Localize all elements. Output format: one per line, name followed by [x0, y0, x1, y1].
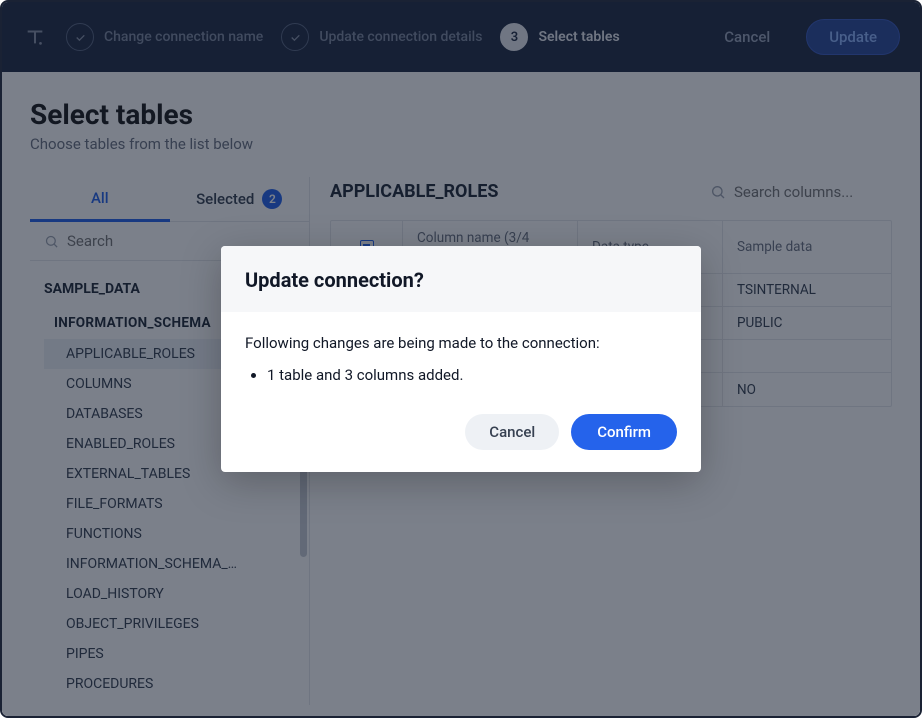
modal-overlay[interactable]: Update connection? Following changes are…: [2, 2, 920, 716]
modal-message: Following changes are being made to the …: [245, 334, 677, 352]
modal-confirm-button[interactable]: Confirm: [571, 414, 677, 450]
update-connection-modal: Update connection? Following changes are…: [221, 246, 701, 472]
modal-cancel-button[interactable]: Cancel: [465, 414, 559, 450]
modal-change-item: 1 table and 3 columns added.: [267, 366, 677, 384]
modal-title: Update connection?: [245, 268, 677, 292]
modal-changes-list: 1 table and 3 columns added.: [245, 366, 677, 384]
